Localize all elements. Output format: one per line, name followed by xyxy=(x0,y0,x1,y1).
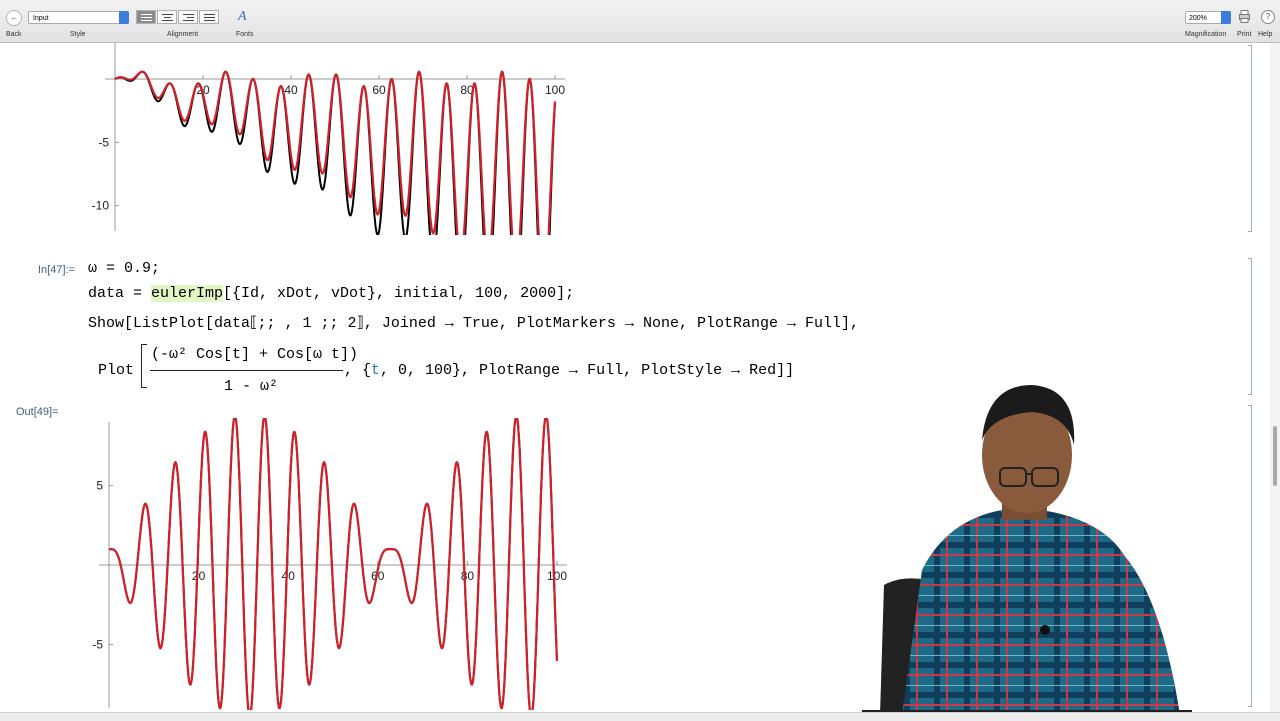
code-text: , { xyxy=(344,362,372,379)
x-tick-label: 40 xyxy=(284,83,298,97)
code-text: , 0, 100}, PlotRange → Full, PlotStyle →… xyxy=(380,362,795,379)
fraction-denominator[interactable]: 1 - ω² xyxy=(224,378,278,395)
series-line-2 xyxy=(114,70,557,235)
output-label: Out[49]= xyxy=(16,406,59,418)
x-tick-label: 40 xyxy=(282,569,296,583)
magnification-label: Magnification xyxy=(1185,31,1227,38)
fonts-label: Fonts xyxy=(236,31,254,38)
input-label: In[47]:= xyxy=(38,264,76,276)
series-line-1 xyxy=(114,70,556,235)
chevron-down-icon xyxy=(1221,11,1231,24)
style-select-value: Input xyxy=(33,15,49,22)
y-tick-label: 5 xyxy=(96,479,103,493)
notebook-toolbar: ← Back Input Style Alignment A Fonts 200… xyxy=(0,0,1280,43)
back-arrow-icon[interactable]: ← xyxy=(6,10,22,26)
y-tick-label: -5 xyxy=(98,135,109,149)
print-label: Print xyxy=(1237,31,1252,38)
presenter-webcam xyxy=(862,385,1192,715)
align-left-button[interactable] xyxy=(199,10,219,24)
y-tick-label: -5 xyxy=(92,637,103,651)
magnification-select[interactable]: 200% xyxy=(1185,11,1231,24)
plot-previous-output: 20 40 60 80 100-5-10 xyxy=(92,43,565,235)
fraction-numerator[interactable]: (-ω² Cos[t] + Cos[ω t]) xyxy=(151,346,358,363)
fraction-bar xyxy=(150,370,343,371)
printer-icon[interactable] xyxy=(1239,10,1250,23)
x-tick-label: 20 xyxy=(192,569,206,583)
chevron-down-icon xyxy=(119,11,129,24)
code-text: data = xyxy=(88,285,152,302)
back-label: Back xyxy=(6,31,22,38)
variable-t: t xyxy=(371,362,381,379)
x-tick-label: 60 xyxy=(372,83,386,97)
plot-function-name[interactable]: Plot xyxy=(98,362,134,379)
code-line-2[interactable]: data = eulerImp[{Id, xDot, vDot}, initia… xyxy=(88,285,574,302)
code-line-1[interactable]: ω = 0.9; xyxy=(88,260,160,277)
x-tick-label: 100 xyxy=(547,569,567,583)
align-center-button[interactable] xyxy=(157,10,177,24)
align-right-button[interactable] xyxy=(178,10,198,24)
plot-arguments[interactable]: , {t, 0, 100}, PlotRange → Full, PlotSty… xyxy=(344,362,794,379)
code-line-3[interactable]: Show[ListPlot[data⟦;; , 1 ;; 2⟧, Joined … xyxy=(88,313,859,332)
scrollbar-thumb[interactable] xyxy=(1273,426,1277,486)
align-justify-button[interactable] xyxy=(136,10,156,24)
fonts-icon[interactable]: A xyxy=(238,9,247,25)
style-select[interactable]: Input xyxy=(28,11,129,24)
help-label: Help xyxy=(1258,31,1273,38)
cell-bracket[interactable] xyxy=(1248,258,1252,395)
y-tick-label: -10 xyxy=(92,199,110,213)
x-tick-label: 100 xyxy=(545,83,565,97)
series-line-2 xyxy=(109,418,559,710)
open-bracket xyxy=(141,344,147,388)
alignment-label: Alignment xyxy=(167,31,199,38)
x-tick-label: 80 xyxy=(461,569,475,583)
style-label: Style xyxy=(70,31,86,38)
help-icon[interactable]: ? xyxy=(1261,10,1275,24)
code-text: [{Id, xDot, vDot}, initial, 100, 2000]; xyxy=(223,285,575,302)
highlighted-function: eulerImp xyxy=(151,285,224,302)
cell-bracket[interactable] xyxy=(1248,45,1252,232)
vertical-scrollbar[interactable] xyxy=(1270,43,1280,713)
cell-bracket[interactable] xyxy=(1248,405,1252,707)
plot-output: 20 40 60 80 1005-5 xyxy=(92,418,567,710)
magnification-value: 200% xyxy=(1189,15,1207,22)
